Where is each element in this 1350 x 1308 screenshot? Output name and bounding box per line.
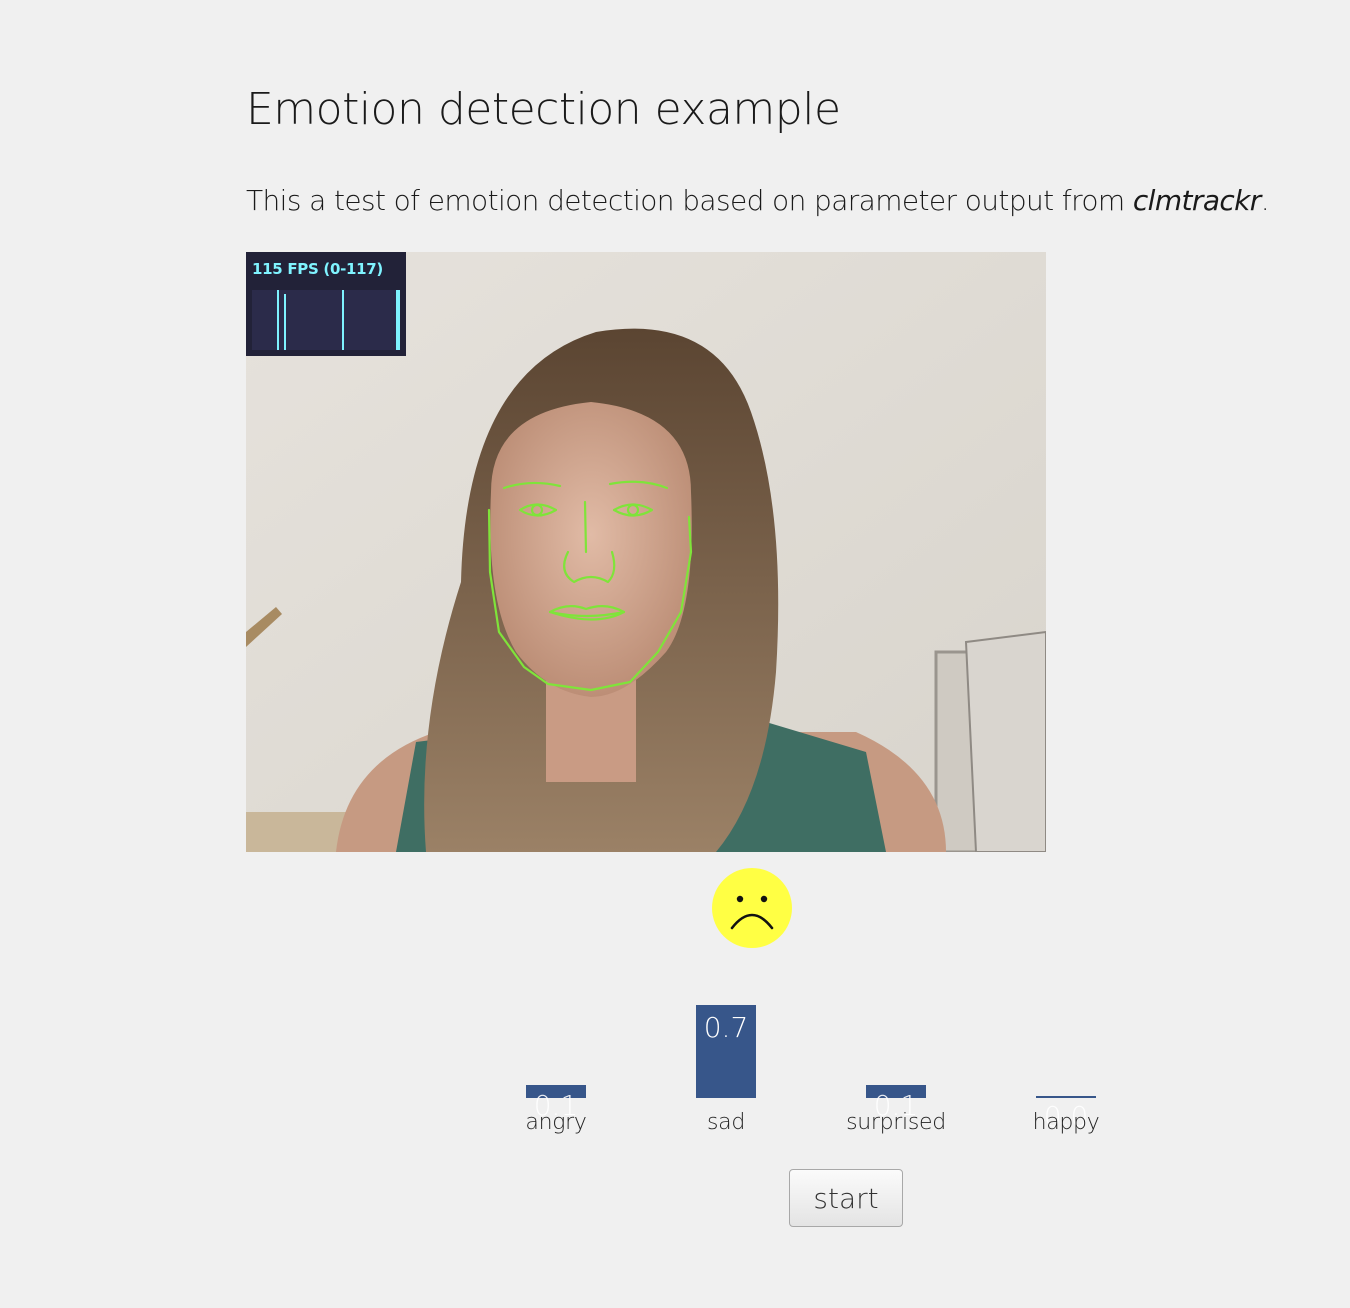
start-button[interactable]: start	[789, 1169, 903, 1227]
intro-text: This a test of emotion detection based o…	[246, 184, 1270, 217]
fps-graph	[252, 290, 400, 350]
page-title: Emotion detection example	[246, 84, 841, 135]
fps-graph-bar	[277, 290, 279, 350]
intro-suffix: .	[1260, 184, 1270, 217]
bar-label-surprised: surprised	[846, 1110, 946, 1135]
fps-label: 115 FPS (0-117)	[252, 260, 383, 278]
emotion-bar-chart: 0.1 angry 0.7 sad 0.1 surprised 0.0 happy	[496, 980, 1136, 1150]
bar-value-sad: 0.7	[703, 1011, 749, 1044]
intro-library-name: clmtrackr	[1132, 184, 1261, 217]
intro-prefix: This a test of emotion detection based o…	[246, 184, 1133, 217]
sad-face-icon	[712, 868, 792, 948]
fps-stats-panel: 115 FPS (0-117)	[246, 252, 406, 356]
bar-happy	[1036, 1096, 1096, 1098]
webcam-video: 115 FPS (0-117)	[246, 252, 1046, 852]
bar-label-happy: happy	[1032, 1110, 1100, 1135]
bar-label-angry: angry	[525, 1110, 587, 1135]
fps-graph-bar	[342, 290, 344, 350]
fps-graph-bar	[284, 294, 286, 350]
bar-label-sad: sad	[706, 1110, 745, 1135]
fps-graph-bar	[396, 290, 400, 350]
